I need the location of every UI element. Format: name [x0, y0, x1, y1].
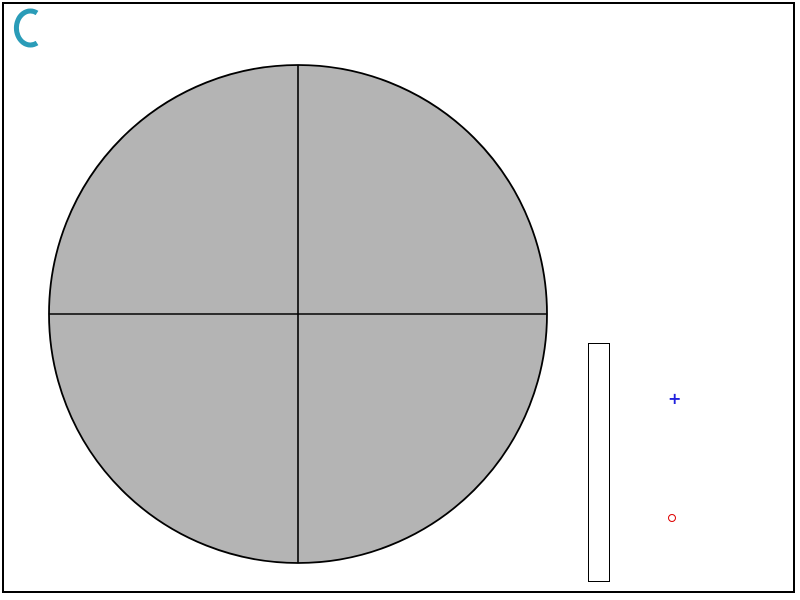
crescent-icon [13, 8, 39, 48]
skymap-plot [48, 64, 548, 564]
circle-marker-icon [668, 514, 676, 522]
lowell-digisonde-logo [10, 8, 130, 50]
plus-marker-icon: + [668, 389, 682, 408]
doppler-colorbar [588, 343, 610, 582]
legend-positive: + [668, 389, 691, 408]
legend-negative [668, 514, 685, 522]
